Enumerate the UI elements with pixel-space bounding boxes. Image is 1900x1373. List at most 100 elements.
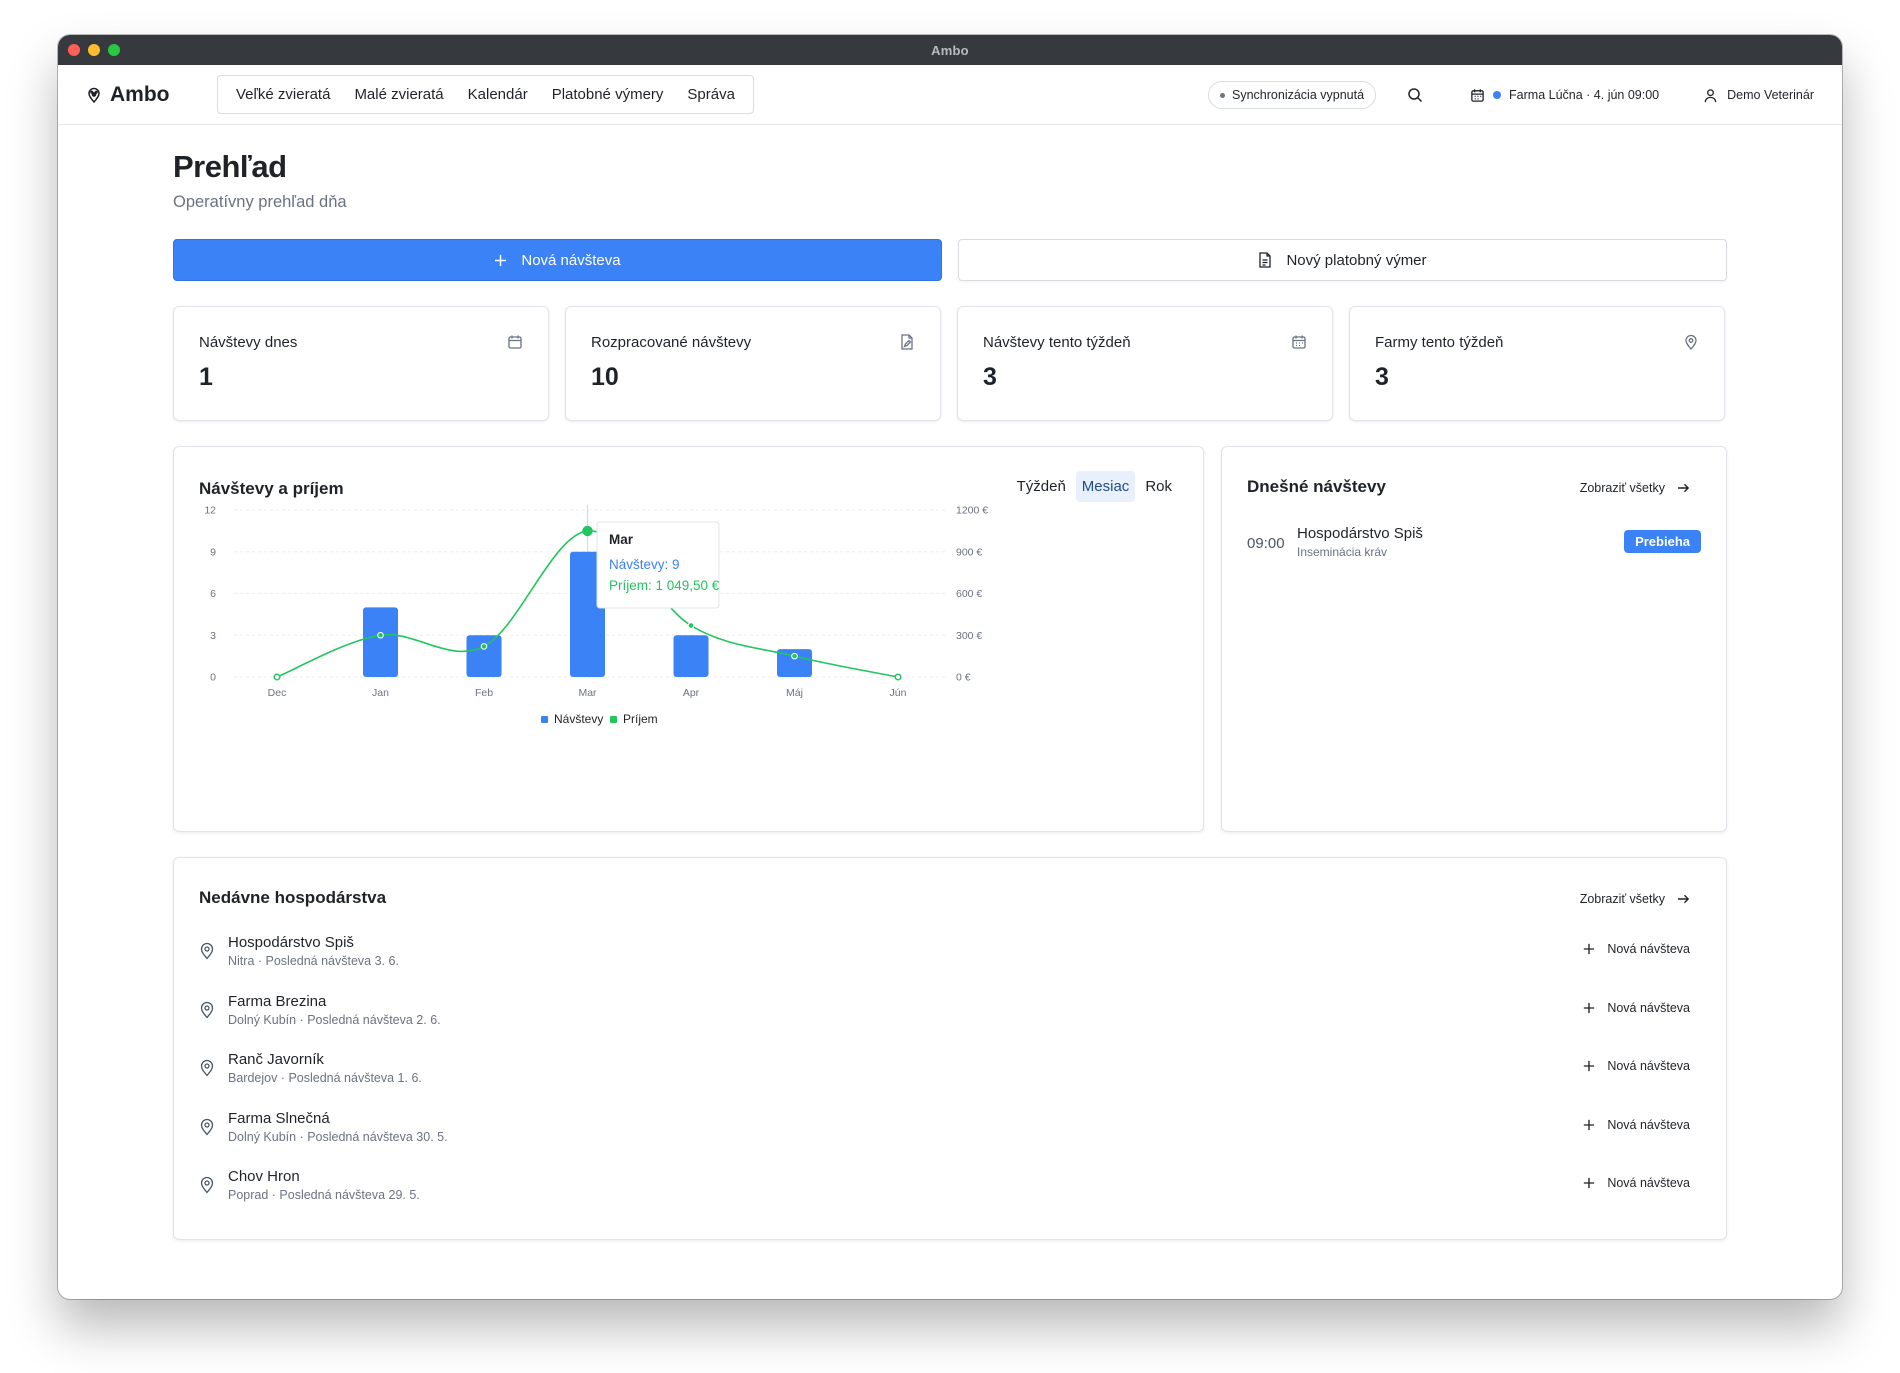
today-show-all-link[interactable]: Zobraziť všetky xyxy=(1580,481,1690,495)
y-left-tick-label: 0 xyxy=(210,672,216,684)
stat-value: 1 xyxy=(199,363,213,391)
visit-description: Inseminácia kráv xyxy=(1297,545,1388,559)
stat-value: 3 xyxy=(1375,363,1389,391)
nav-item-payments[interactable]: Platobné výmery xyxy=(540,86,676,103)
file-pen-icon xyxy=(901,334,913,350)
x-tick-label: Máj xyxy=(786,687,803,699)
close-window-button[interactable] xyxy=(68,44,80,56)
farm-meta: Bardejov · Posledná návšteva 1. 6. xyxy=(228,1071,422,1085)
list-item[interactable]: Chov Hron Poprad · Posledná návšteva 29.… xyxy=(199,1168,1690,1227)
today-title: Dnešné návštevy xyxy=(1247,477,1386,496)
farm-name: Farma Brezina xyxy=(228,992,327,1010)
stat-card-farms-week: Farmy tento týždeň 3 xyxy=(1349,306,1725,421)
map-pin-icon xyxy=(200,1001,214,1019)
plus-icon xyxy=(1584,1060,1595,1072)
zoom-window-button[interactable] xyxy=(108,44,120,56)
visits-revenue-chart: 0 3 6 9 12 0 € 300 € 600 € 900 € 1200 € Dec Jan Feb M… xyxy=(204,505,988,727)
sync-status-button[interactable]: Synchronizácia vypnutá xyxy=(1208,81,1377,109)
brand-logo[interactable]: Ambo xyxy=(86,83,170,107)
quick-actions: Nová návšteva Nový platobný výmer xyxy=(173,239,1727,281)
list-item[interactable]: Ranč Javorník Bardejov · Posledná návšte… xyxy=(199,1051,1690,1110)
x-tick-label: Mar xyxy=(578,687,597,699)
farm-selector-label: Farma Lúčna · 4. jún 09:00 xyxy=(1509,88,1660,102)
nav-item-admin[interactable]: Správa xyxy=(675,86,747,103)
today-visit-item[interactable]: 09:00 Hospodárstvo Spiš Inseminácia kráv… xyxy=(1247,525,1701,565)
nav-item-small-animals[interactable]: Malé zvieratá xyxy=(342,86,455,103)
nav-item-large-animals[interactable]: Veľké zvieratá xyxy=(224,86,342,103)
arrow-right-icon xyxy=(1677,894,1690,904)
x-tick-label: Dec xyxy=(268,687,287,699)
farm-name: Farma Slnečná xyxy=(228,1109,330,1127)
farm-new-visit-button[interactable]: Nová návšteva xyxy=(1583,1001,1690,1015)
y-left-tick-label: 6 xyxy=(210,588,216,600)
new-payment-label: Nový platobný výmer xyxy=(1286,251,1427,269)
stat-value: 10 xyxy=(591,363,619,391)
farm-list: Hospodárstvo Spiš Nitra · Posledná návšt… xyxy=(199,934,1690,1227)
main-content: Prehľad Operatívny prehľad dňa Nová návš… xyxy=(173,125,1727,1240)
farm-new-visit-button[interactable]: Nová návšteva xyxy=(1583,1176,1690,1190)
plus-icon xyxy=(495,254,507,266)
search-button[interactable] xyxy=(1404,84,1426,106)
calendar-icon xyxy=(508,335,522,349)
stat-card-visits-week: Návštevy tento týždeň 3 xyxy=(957,306,1333,421)
point-prijem xyxy=(582,525,593,537)
farm-meta: Dolný Kubín · Posledná návšteva 30. 5. xyxy=(228,1129,448,1144)
paw-pin-icon xyxy=(88,87,100,103)
show-all-label: Zobraziť všetky xyxy=(1579,481,1665,495)
stat-label: Rozpracované návštevy xyxy=(591,334,752,351)
x-tick-label: Feb xyxy=(475,687,493,699)
stat-label: Farmy tento týždeň xyxy=(1375,334,1504,351)
farm-selector[interactable]: Farma Lúčna · 4. jún 09:00 xyxy=(1470,88,1659,103)
y-right-tick-label: 900 € xyxy=(956,546,982,558)
farms-title: Nedávne hospodárstva xyxy=(199,888,387,907)
bar-navstevy xyxy=(466,635,502,677)
farm-new-visit-button[interactable]: Nová návšteva xyxy=(1583,1059,1690,1073)
farm-new-visit-button[interactable]: Nová návšteva xyxy=(1583,942,1690,956)
list-item[interactable]: Farma Slnečná Dolný Kubín · Posledná náv… xyxy=(199,1110,1690,1169)
new-visit-label: Nová návšteva xyxy=(521,251,621,269)
list-item[interactable]: Farma Brezina Dolný Kubín · Posledná náv… xyxy=(199,993,1690,1052)
farm-new-visit-button[interactable]: Nová návšteva xyxy=(1583,1118,1690,1132)
x-tick-label: Jan xyxy=(372,687,389,699)
y-left-tick-label: 12 xyxy=(204,505,216,517)
map-pin-icon xyxy=(200,942,214,960)
visit-farm: Hospodárstvo Spiš xyxy=(1297,525,1423,542)
tooltip-title: Mar xyxy=(609,532,634,547)
chart-row: Návštevy a príjem Týždeň Mesiac Rok 0369… xyxy=(173,446,1727,832)
farm-name: Ranč Javorník xyxy=(228,1051,324,1068)
plus-icon xyxy=(1584,1002,1595,1013)
point-prijem xyxy=(894,673,902,681)
new-payment-button[interactable]: Nový platobný výmer xyxy=(958,239,1727,281)
bar-navstevy xyxy=(673,635,709,677)
nav-right-tools: Synchronizácia vypnutá Farma Lúčna · 4. … xyxy=(1208,65,1814,125)
new-visit-button[interactable]: Nová návšteva xyxy=(173,239,942,281)
user-menu[interactable]: Demo Veterinár xyxy=(1703,88,1814,103)
farm-name: Chov Hron xyxy=(228,1168,300,1185)
list-item[interactable]: Hospodárstvo Spiš Nitra · Posledná návšt… xyxy=(199,934,1690,993)
farm-name: Hospodárstvo Spiš xyxy=(228,934,354,951)
plus-icon xyxy=(1584,1119,1595,1130)
stat-value: 3 xyxy=(983,363,997,391)
farm-new-visit-label: Nová návšteva xyxy=(1607,1176,1690,1190)
calendar-icon xyxy=(1471,88,1484,102)
top-navigation: Ambo Veľké zvieratá Malé zvieratá Kalend… xyxy=(58,65,1842,125)
y-right-tick-label: 1200 € xyxy=(956,505,988,517)
stats-row: Návštevy dnes 1 Rozpracované návštevy 10… xyxy=(173,306,1727,421)
legend-label-prijem: Príjem xyxy=(623,712,658,726)
minimize-window-button[interactable] xyxy=(88,44,100,56)
farms-show-all-link[interactable]: Zobraziť všetky xyxy=(1580,892,1690,906)
point-prijem xyxy=(273,673,281,681)
recent-farms-card: Nedávne hospodárstva Zobraziť všetky Hos… xyxy=(173,857,1727,1240)
point-prijem xyxy=(687,622,695,629)
plus-icon xyxy=(1584,1177,1595,1189)
y-left-tick-label: 9 xyxy=(210,546,216,558)
y-right-tick-label: 300 € xyxy=(956,630,982,642)
y-right-tick-label: 0 € xyxy=(956,672,971,684)
farm-new-visit-label: Nová návšteva xyxy=(1607,942,1690,956)
show-all-label: Zobraziť všetky xyxy=(1579,892,1665,906)
window-controls xyxy=(68,44,120,56)
nav-item-calendar[interactable]: Kalendár xyxy=(456,86,540,103)
visit-time: 09:00 xyxy=(1247,535,1285,552)
stat-label: Návštevy tento týždeň xyxy=(983,334,1131,351)
map-pin-icon xyxy=(1685,334,1697,350)
